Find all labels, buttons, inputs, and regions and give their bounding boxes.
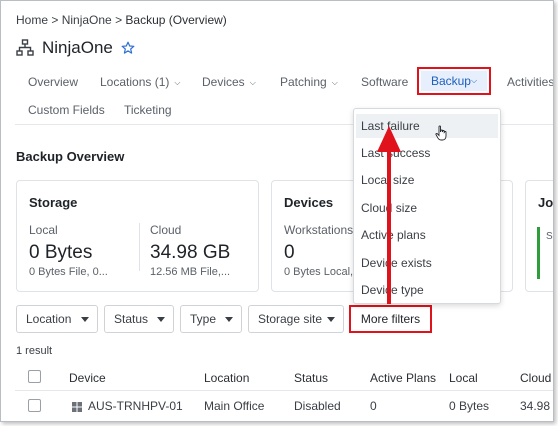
menu-item-local-size[interactable]: Local size [354, 168, 500, 192]
tab-label: Patching [280, 75, 327, 89]
tab-software[interactable]: Software [361, 75, 408, 89]
row-checkbox[interactable] [28, 399, 41, 412]
card-title: Devices [284, 195, 334, 210]
chevron-down-icon: ⌵ [249, 78, 256, 87]
cloud-value: 34.98 GB [150, 242, 231, 263]
tab-label: Devices [202, 75, 245, 89]
windows-icon [72, 402, 82, 412]
tab-label: Activities [507, 75, 554, 89]
chevron-down-icon: ⌵ [331, 78, 338, 87]
device-active-plans: 0 [370, 399, 377, 413]
tab-overview[interactable]: Overview [28, 75, 78, 89]
tab-patching[interactable]: Patching ⌵ [280, 75, 338, 89]
app-window: Home > NinjaOne > Backup (Overview) Ninj… [0, 0, 554, 422]
jobs-card: Jo S [525, 180, 554, 292]
section-title: Backup Overview [16, 149, 125, 164]
column-header-location[interactable]: Location [204, 371, 249, 385]
menu-item-label: Cloud size [361, 201, 418, 215]
device-location: Main Office [204, 399, 265, 413]
tab-label: Backup [430, 74, 471, 88]
menu-item-label: Device exists [361, 256, 432, 270]
cloud-subtext: 12.56 MB File,... [150, 266, 231, 278]
chevron-down-icon: ⌵ [174, 78, 181, 87]
filter-label: More filters [360, 312, 421, 326]
organization-icon [16, 39, 34, 56]
title-row: NinjaOne [16, 37, 135, 59]
caret-down-icon [81, 317, 89, 322]
table-row[interactable]: AUS-TRNHPV-01 Main Office Disabled 0 0 B… [15, 392, 553, 420]
status-filter[interactable]: Status [104, 305, 174, 333]
menu-item-label: Active plans [361, 228, 426, 242]
page-title: NinjaOne [42, 38, 113, 57]
workstations-value: 0 [284, 242, 295, 263]
caret-down-icon [225, 317, 233, 322]
table-header: Device Location Status Active Plans Loca… [15, 363, 553, 391]
status-bar [537, 227, 540, 279]
breadcrumb-separator: > [111, 13, 126, 27]
menu-item-label: Device type [361, 283, 424, 297]
tab-ticketing[interactable]: Ticketing [124, 103, 172, 117]
column-header-local[interactable]: Local [449, 371, 478, 385]
more-filters-dropdown: Last failure Last success Local size Clo… [353, 108, 501, 304]
select-all-checkbox[interactable] [28, 370, 41, 383]
device-cloud: 34.98 G [520, 399, 553, 413]
menu-item-last-failure[interactable]: Last failure [356, 114, 498, 138]
breadcrumb-separator: > [48, 13, 62, 27]
tab-custom-fields[interactable]: Custom Fields [28, 103, 105, 117]
filter-label: Storage site [258, 312, 323, 326]
cloud-label: Cloud [150, 223, 182, 237]
menu-item-label: Local size [361, 173, 415, 187]
local-label: Local [29, 223, 58, 237]
card-title: Jo [538, 195, 554, 210]
menu-item-cloud-size[interactable]: Cloud size [354, 196, 500, 220]
menu-item-label: Last success [361, 146, 431, 160]
caret-down-icon [157, 317, 165, 322]
result-count: 1 result [16, 345, 53, 357]
card-title: Storage [29, 195, 78, 210]
device-local: 0 Bytes [449, 399, 490, 413]
tab-activities[interactable]: Activities [507, 75, 554, 89]
breadcrumb: Home > NinjaOne > Backup (Overview) [16, 13, 227, 27]
type-filter[interactable]: Type [180, 305, 242, 333]
tab-label: Ticketing [124, 103, 172, 117]
column-header-device[interactable]: Device [69, 371, 106, 385]
tab-backup[interactable]: Backup ⌵ [421, 71, 487, 91]
local-subtext: 0 Bytes File, 0... [29, 266, 108, 278]
more-filters-button[interactable]: More filters [349, 305, 432, 333]
column-header-active-plans[interactable]: Active Plans [370, 371, 436, 385]
tab-label: Custom Fields [28, 103, 105, 117]
chevron-down-icon: ⌵ [470, 76, 478, 85]
local-value: 0 Bytes [29, 242, 93, 263]
device-status: Disabled [294, 399, 341, 413]
breadcrumb-org[interactable]: NinjaOne [62, 13, 112, 27]
column-header-cloud[interactable]: Cloud [520, 371, 551, 385]
menu-item-device-exists[interactable]: Device exists [354, 251, 500, 275]
filter-label: Type [190, 312, 217, 326]
storage-card: Storage Local 0 Bytes 0 Bytes File, 0...… [16, 180, 259, 292]
filter-label: Location [26, 312, 72, 326]
workstations-label: Workstations [284, 223, 354, 237]
menu-item-active-plans[interactable]: Active plans [354, 223, 500, 247]
tab-label: Locations (1) [100, 75, 170, 89]
column-header-status[interactable]: Status [294, 371, 328, 385]
jobs-label: S [546, 231, 553, 242]
favorite-star-icon[interactable] [121, 41, 135, 55]
storage-site-filter[interactable]: Storage site [248, 305, 344, 333]
menu-item-last-success[interactable]: Last success [354, 141, 500, 165]
menu-item-label: Last failure [361, 119, 420, 133]
divider [139, 223, 140, 271]
tab-devices[interactable]: Devices ⌵ [202, 75, 256, 89]
tab-locations[interactable]: Locations (1) ⌵ [100, 75, 180, 89]
device-name[interactable]: AUS-TRNHPV-01 [88, 399, 183, 413]
breadcrumb-home[interactable]: Home [16, 13, 48, 27]
filter-label: Status [114, 312, 149, 326]
menu-item-device-type[interactable]: Device type [354, 278, 500, 302]
tab-label: Overview [28, 75, 79, 89]
tab-label: Software [361, 75, 409, 89]
location-filter[interactable]: Location [16, 305, 98, 333]
hand-cursor-icon [435, 125, 447, 141]
breadcrumb-current: Backup (Overview) [125, 13, 227, 27]
caret-down-icon [327, 317, 335, 322]
